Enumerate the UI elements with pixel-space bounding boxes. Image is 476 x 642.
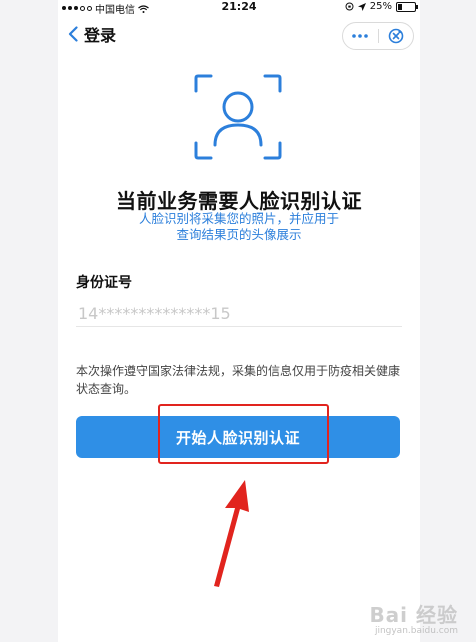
page-subtitle: 人脸识别将采集您的照片，并应用于 查询结果页的头像展示 xyxy=(58,211,420,243)
battery-level xyxy=(398,3,402,10)
close-button[interactable] xyxy=(379,23,414,49)
nav-bar: 登录 xyxy=(58,14,420,54)
status-bar: 中国电信 21:24 25% xyxy=(58,0,420,16)
annotation-arrow-icon xyxy=(214,480,249,587)
subtitle-line-1: 人脸识别将采集您的照片，并应用于 xyxy=(138,211,339,226)
page-title: 当前业务需要人脸识别认证 xyxy=(116,189,362,213)
legal-notice: 本次操作遵守国家法律法规，采集的信息仅用于防疫相关健康状态查询。 xyxy=(76,364,401,396)
battery-icon xyxy=(396,1,418,12)
watermark-url: jingyan.baidu.com xyxy=(374,626,458,636)
watermark: Bai 经验 jingyan.baidu.com xyxy=(369,599,458,636)
more-dots-icon xyxy=(352,34,369,38)
phone-screen: 中国电信 21:24 25% 登录 当前业务需要人脸识别认证 人脸识别将采集您的… xyxy=(58,0,420,642)
location-icon xyxy=(357,2,366,11)
more-button[interactable] xyxy=(343,23,378,49)
start-face-recognition-button[interactable]: 开始人脸识别认证 xyxy=(76,416,400,458)
watermark-logo: Bai 经验 xyxy=(369,603,458,627)
mini-program-capsule xyxy=(342,22,414,50)
id-number-label: 身份证号 xyxy=(76,275,132,291)
chevron-left-icon xyxy=(68,26,78,42)
rotation-lock-icon xyxy=(345,2,354,11)
close-circle-icon xyxy=(388,28,404,44)
id-number-input[interactable] xyxy=(76,300,402,327)
face-scan-icon xyxy=(194,74,282,160)
subtitle-line-2: 查询结果页的头像展示 xyxy=(176,227,302,242)
back-button[interactable]: 登录 xyxy=(68,22,116,46)
back-label: 登录 xyxy=(84,26,117,45)
status-right: 25% xyxy=(345,1,418,12)
battery-percent: 25% xyxy=(369,1,392,12)
